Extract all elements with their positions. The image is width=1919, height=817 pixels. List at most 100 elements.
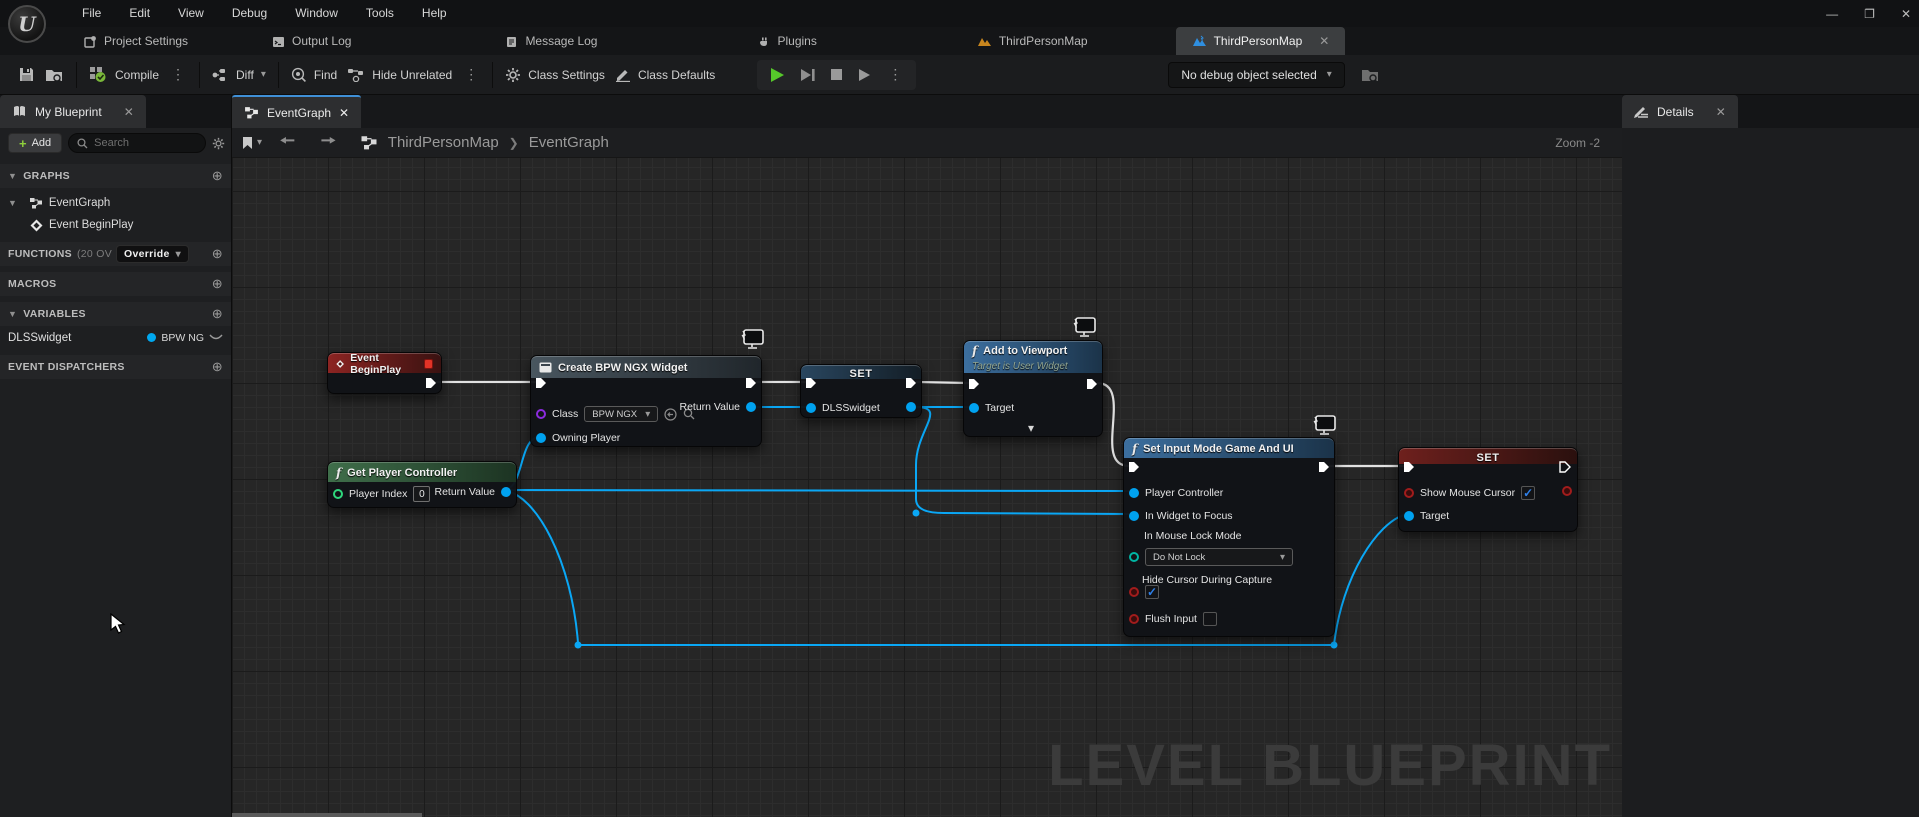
menu-edit[interactable]: Edit bbox=[115, 0, 164, 27]
section-variables[interactable]: ▼ VARIABLES ⊕ bbox=[0, 302, 231, 326]
eye-closed-icon[interactable] bbox=[209, 333, 223, 342]
tree-item-event-beginplay[interactable]: Event BeginPlay bbox=[0, 214, 231, 236]
diff-button[interactable]: Diff ▾ bbox=[212, 68, 266, 82]
exec-out-pin[interactable] bbox=[745, 377, 757, 389]
tab-plugins[interactable]: Plugins bbox=[741, 27, 832, 55]
exec-in-pin[interactable] bbox=[535, 377, 547, 389]
override-dropdown[interactable]: Override ▾ bbox=[116, 245, 189, 263]
show-mouse-cursor-pin[interactable]: Show Mouse Cursor ✓ bbox=[1404, 486, 1535, 500]
tab-details[interactable]: Details ✕ bbox=[1622, 95, 1738, 128]
target-pin[interactable]: Target bbox=[969, 402, 1014, 414]
flush-input-pin[interactable]: Flush Input bbox=[1129, 612, 1217, 626]
exec-in-pin[interactable] bbox=[805, 377, 817, 389]
variable-row-dlsswidget[interactable]: DLSSwidget BPW NG bbox=[0, 326, 231, 349]
return-value-pin[interactable]: Return Value bbox=[679, 401, 756, 413]
minimize-button[interactable]: — bbox=[1826, 7, 1838, 21]
player-index-pin[interactable]: Player Index 0 bbox=[333, 486, 430, 502]
class-defaults-button[interactable]: Class Defaults bbox=[615, 67, 715, 82]
tab-message-log[interactable]: Message Log bbox=[489, 27, 613, 55]
section-event-dispatchers[interactable]: EVENT DISPATCHERS ⊕ bbox=[0, 355, 231, 379]
bool-out-pin[interactable] bbox=[1562, 486, 1572, 496]
node-create-bpw-ngx-widget[interactable]: Create BPW NGX Widget Class BPW NGX ▾ Re… bbox=[530, 355, 762, 447]
add-graph-icon[interactable]: ⊕ bbox=[212, 168, 223, 184]
node-event-beginplay[interactable]: Event BeginPlay bbox=[327, 352, 442, 394]
exec-out-pin[interactable] bbox=[1086, 378, 1098, 390]
tree-item-eventgraph[interactable]: ▼ EventGraph bbox=[0, 192, 231, 214]
exec-in-pin[interactable] bbox=[1128, 461, 1140, 473]
target-pin[interactable]: Target bbox=[1404, 510, 1449, 522]
add-dispatcher-icon[interactable]: ⊕ bbox=[212, 359, 223, 375]
tab-my-blueprint[interactable]: My Blueprint ✕ bbox=[0, 95, 146, 128]
exec-out-pin[interactable] bbox=[425, 377, 437, 389]
node-get-player-controller[interactable]: f Get Player Controller Player Index 0 R… bbox=[327, 461, 517, 508]
close-tab-icon[interactable]: ✕ bbox=[1319, 34, 1329, 48]
flush-input-checkbox[interactable] bbox=[1203, 612, 1217, 626]
hide-cursor-pin[interactable]: ✓ bbox=[1129, 585, 1159, 599]
add-function-icon[interactable]: ⊕ bbox=[212, 246, 223, 262]
browse-asset-icon[interactable] bbox=[45, 67, 64, 83]
find-button[interactable]: Find bbox=[291, 67, 337, 83]
mouse-lock-dropdown[interactable]: Do Not Lock ▾ bbox=[1145, 548, 1293, 566]
add-variable-icon[interactable]: ⊕ bbox=[212, 306, 223, 322]
hide-cursor-checkbox[interactable]: ✓ bbox=[1145, 585, 1159, 599]
save-icon[interactable] bbox=[18, 66, 35, 83]
class-pin[interactable]: Class BPW NGX ▾ bbox=[536, 406, 695, 422]
tab-thirdpersonmap-level[interactable]: ThirdPersonMap bbox=[961, 27, 1104, 55]
tab-eventgraph[interactable]: EventGraph ✕ bbox=[232, 95, 361, 128]
player-controller-pin[interactable]: Player Controller bbox=[1129, 487, 1223, 499]
breadcrumb-current[interactable]: EventGraph bbox=[529, 134, 609, 151]
section-graphs[interactable]: ▼ GRAPHS ⊕ bbox=[0, 164, 231, 188]
section-macros[interactable]: MACROS ⊕ bbox=[0, 272, 231, 296]
section-functions[interactable]: FUNCTIONS (20 OV Override ▾ ⊕ bbox=[0, 242, 231, 266]
stop-icon[interactable] bbox=[830, 68, 843, 81]
play-options-icon[interactable]: ⋮ bbox=[886, 66, 904, 83]
close-panel-icon[interactable]: ✕ bbox=[124, 105, 134, 119]
exec-in-pin[interactable] bbox=[1403, 461, 1415, 473]
show-mouse-cursor-checkbox[interactable]: ✓ bbox=[1521, 486, 1535, 500]
tab-output-log[interactable]: Output Log bbox=[256, 27, 367, 55]
node-set-input-mode-game-and-ui[interactable]: f Set Input Mode Game And UI Player Cont… bbox=[1123, 437, 1335, 637]
hide-unrelated-options-icon[interactable]: ⋮ bbox=[462, 66, 480, 83]
menu-view[interactable]: View bbox=[164, 0, 218, 27]
search-box[interactable] bbox=[68, 133, 206, 153]
class-select-dropdown[interactable]: BPW NGX ▾ bbox=[584, 406, 658, 422]
exec-out-pin[interactable] bbox=[1318, 461, 1330, 473]
menu-debug[interactable]: Debug bbox=[218, 0, 281, 27]
player-index-input[interactable]: 0 bbox=[413, 486, 430, 502]
dlsswidget-pin[interactable]: DLSSwidget bbox=[806, 402, 880, 414]
tab-thirdpersonmap-blueprint-active[interactable]: ThirdPersonMap ✕ bbox=[1176, 27, 1346, 55]
node-set-show-mouse-cursor[interactable]: SET Show Mouse Cursor ✓ Target bbox=[1398, 447, 1578, 532]
frame-skip-icon[interactable] bbox=[799, 68, 816, 82]
node-set-dlsswidget[interactable]: SET DLSSwidget bbox=[800, 364, 922, 418]
hide-unrelated-button[interactable]: Hide Unrelated bbox=[347, 68, 452, 82]
event-graph-editor[interactable]: EventGraph ✕ ▾ 🠔 🠖 ThirdPersonMap ❯ Even… bbox=[232, 95, 1622, 817]
close-panel-icon[interactable]: ✕ bbox=[1716, 105, 1726, 119]
in-mouse-lock-mode-pin[interactable]: Do Not Lock ▾ bbox=[1129, 548, 1293, 566]
breadcrumb-root[interactable]: ThirdPersonMap bbox=[388, 134, 499, 151]
use-selected-icon[interactable] bbox=[664, 408, 677, 421]
tab-project-settings[interactable]: Project Settings bbox=[68, 27, 204, 55]
exec-out-pin[interactable] bbox=[905, 377, 917, 389]
class-settings-button[interactable]: Class Settings bbox=[505, 67, 605, 83]
play-icon[interactable] bbox=[769, 67, 785, 83]
menu-help[interactable]: Help bbox=[408, 0, 461, 27]
add-button[interactable]: + Add bbox=[8, 133, 62, 153]
value-out-pin[interactable] bbox=[906, 402, 916, 412]
compile-button[interactable]: Compile bbox=[89, 66, 159, 83]
forward-arrow-icon[interactable]: 🠖 bbox=[313, 128, 344, 157]
panel-settings-gear-icon[interactable] bbox=[212, 137, 225, 150]
debug-browse-icon[interactable] bbox=[1361, 67, 1380, 83]
owning-player-pin[interactable]: Owning Player bbox=[536, 432, 620, 444]
expand-chevron-icon[interactable]: ▾ bbox=[1028, 421, 1034, 435]
advance-icon[interactable] bbox=[857, 68, 872, 82]
exec-in-pin[interactable] bbox=[968, 378, 980, 390]
node-add-to-viewport[interactable]: f Add to Viewport Target is User Widget … bbox=[963, 340, 1103, 437]
return-value-pin[interactable]: Return Value bbox=[434, 486, 511, 498]
compile-options-icon[interactable]: ⋮ bbox=[169, 66, 187, 83]
menu-window[interactable]: Window bbox=[281, 0, 352, 27]
horizontal-scrollbar[interactable] bbox=[232, 813, 422, 817]
debug-object-dropdown[interactable]: No debug object selected ▾ bbox=[1168, 62, 1344, 88]
exec-out-pin[interactable] bbox=[1559, 461, 1571, 473]
add-macro-icon[interactable]: ⊕ bbox=[212, 276, 223, 292]
breakpoint-icon[interactable] bbox=[424, 359, 433, 369]
